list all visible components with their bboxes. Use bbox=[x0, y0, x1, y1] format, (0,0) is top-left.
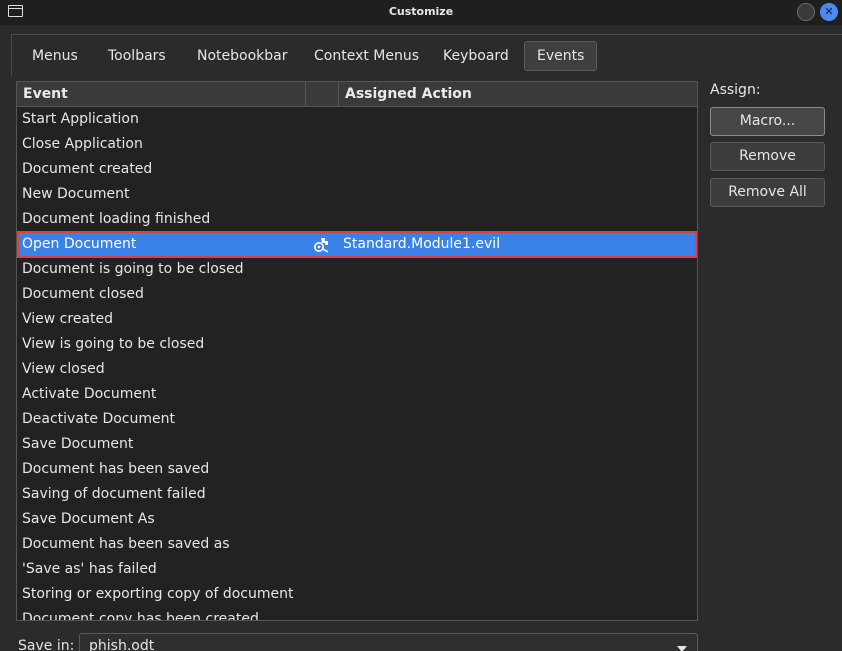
table-row[interactable]: Document closed bbox=[18, 282, 696, 307]
chevron-down-icon bbox=[677, 646, 687, 651]
event-name: Close Application bbox=[22, 136, 143, 152]
table-row[interactable]: New Document bbox=[18, 182, 696, 207]
event-name: Document created bbox=[22, 161, 153, 177]
table-header: Event Assigned Action bbox=[17, 82, 697, 107]
tab-notebookbar[interactable]: Notebookbar bbox=[185, 41, 300, 71]
table-row[interactable]: Start Application bbox=[18, 107, 696, 132]
save-in-dropdown[interactable]: phish.odt bbox=[79, 633, 698, 651]
table-row[interactable]: Saving of document failed bbox=[18, 482, 696, 507]
table-row[interactable]: Document copy has been created bbox=[18, 607, 696, 621]
table-row[interactable]: Save Document bbox=[18, 432, 696, 457]
remove-all-button[interactable]: Remove All bbox=[710, 178, 825, 207]
event-name: Start Application bbox=[22, 111, 139, 127]
remove-button[interactable]: Remove bbox=[710, 142, 825, 171]
tab-menus[interactable]: Menus bbox=[20, 41, 90, 71]
table-row[interactable]: View closed bbox=[18, 357, 696, 382]
events-table: Event Assigned Action Start Application C… bbox=[16, 81, 698, 621]
event-name: Save Document bbox=[22, 436, 134, 452]
macro-button[interactable]: Macro... bbox=[710, 107, 825, 136]
event-name: Deactivate Document bbox=[22, 411, 175, 427]
table-row[interactable]: Deactivate Document bbox=[18, 407, 696, 432]
table-row[interactable]: Open Document Standard.Module1.evil bbox=[17, 231, 697, 258]
event-name: 'Save as' has failed bbox=[22, 561, 157, 577]
assigned-action: Standard.Module1.evil bbox=[343, 236, 501, 252]
event-name: Document has been saved as bbox=[22, 536, 230, 552]
event-name: Document closed bbox=[22, 286, 144, 302]
table-row[interactable]: 'Save as' has failed bbox=[18, 557, 696, 582]
close-button[interactable]: ✕ bbox=[820, 3, 838, 21]
save-in-value: phish.odt bbox=[89, 638, 155, 651]
minimize-button[interactable] bbox=[797, 3, 815, 21]
macro-icon bbox=[314, 238, 329, 253]
event-name: New Document bbox=[22, 186, 130, 202]
table-row[interactable]: Document created bbox=[18, 157, 696, 182]
table-row[interactable]: Document has been saved as bbox=[18, 532, 696, 557]
event-name: View created bbox=[22, 311, 113, 327]
table-row[interactable]: Document is going to be closed bbox=[18, 257, 696, 282]
table-row[interactable]: Storing or exporting copy of document bbox=[18, 582, 696, 607]
event-name: Document loading finished bbox=[22, 211, 211, 227]
table-row[interactable]: View is going to be closed bbox=[18, 332, 696, 357]
event-name: Storing or exporting copy of document bbox=[22, 586, 294, 602]
title-bar: Customize ✕ bbox=[0, 0, 842, 25]
event-name: Save Document As bbox=[22, 511, 155, 527]
event-name: View closed bbox=[22, 361, 105, 377]
table-row[interactable]: View created bbox=[18, 307, 696, 332]
table-row[interactable]: Activate Document bbox=[18, 382, 696, 407]
table-row[interactable]: Document has been saved bbox=[18, 457, 696, 482]
tab-context-menus[interactable]: Context Menus bbox=[302, 41, 431, 71]
event-name: Document has been saved bbox=[22, 461, 210, 477]
event-name: Document copy has been created bbox=[22, 611, 259, 621]
event-name: Activate Document bbox=[22, 386, 157, 402]
event-name: Open Document bbox=[22, 236, 137, 252]
event-name: View is going to be closed bbox=[22, 336, 205, 352]
close-icon: ✕ bbox=[824, 5, 834, 18]
tab-bar: Menus Toolbars Notebookbar Context Menus… bbox=[11, 34, 842, 76]
table-row[interactable]: Close Application bbox=[18, 132, 696, 157]
save-in-label: Save in: bbox=[18, 638, 75, 651]
column-header-assigned-action[interactable]: Assigned Action bbox=[339, 82, 697, 106]
event-name: Document is going to be closed bbox=[22, 261, 244, 277]
column-header-event[interactable]: Event bbox=[17, 82, 306, 106]
column-header-icon[interactable] bbox=[306, 82, 339, 106]
tab-events[interactable]: Events bbox=[524, 41, 598, 71]
tab-toolbars[interactable]: Toolbars bbox=[96, 41, 178, 71]
assign-label: Assign: bbox=[710, 82, 761, 98]
tab-keyboard[interactable]: Keyboard bbox=[431, 41, 521, 71]
window-title: Customize bbox=[388, 5, 454, 18]
event-name: Saving of document failed bbox=[22, 486, 206, 502]
table-row[interactable]: Document loading finished bbox=[18, 207, 696, 232]
table-row[interactable]: Save Document As bbox=[18, 507, 696, 532]
